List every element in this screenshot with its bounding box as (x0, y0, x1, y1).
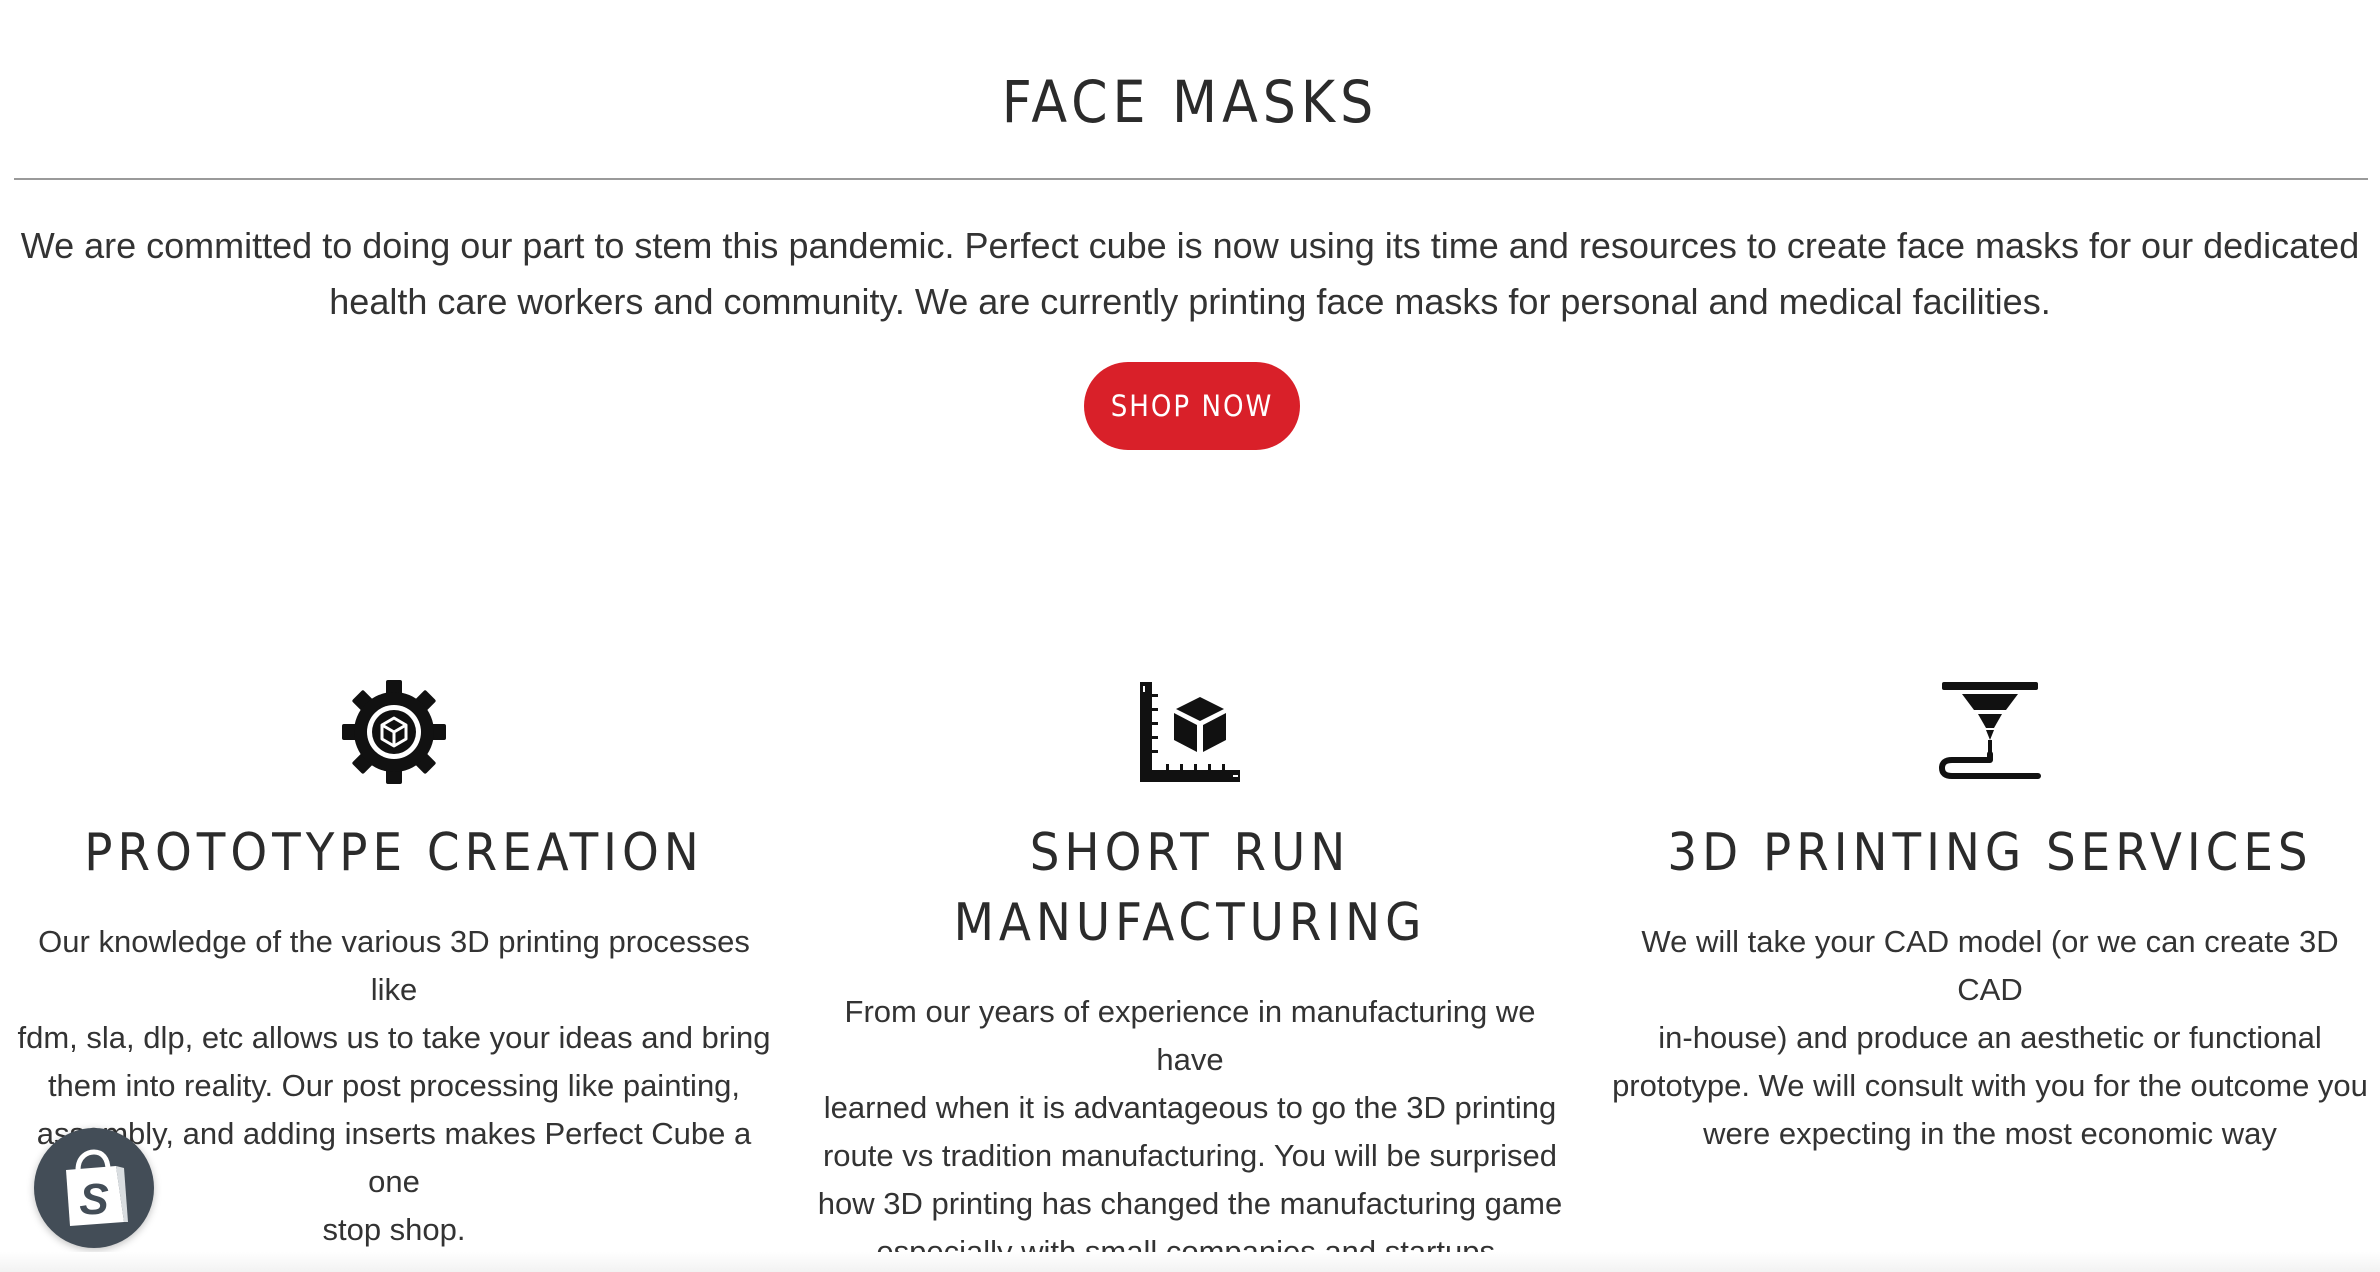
intro-line-2: health care workers and community. We ar… (329, 281, 2051, 322)
feature-line: fdm, sla, dlp, etc allows us to take you… (17, 1020, 771, 1055)
features-row: PROTOTYPE CREATION Our knowledge of the … (0, 680, 2380, 1269)
shopify-bag-icon: S (66, 1149, 128, 1226)
feature-line: in-house) and produce an aesthetic or fu… (1658, 1020, 2322, 1055)
feature-3d-printing-services: 3D PRINTING SERVICES We will take your C… (1610, 680, 2370, 1158)
bottom-edge (0, 1252, 2380, 1272)
feature-line: them into reality. Our post processing l… (47, 1068, 741, 1103)
feature-description: From our years of experience in manufact… (810, 988, 1570, 1272)
section-title: FACE MASKS (1001, 68, 1379, 136)
feature-line: how 3D printing has changed the manufact… (817, 1186, 1563, 1221)
feature-line: were expecting in the most economic way (1703, 1116, 2277, 1151)
feature-line: Our knowledge of the various 3D printing… (38, 924, 750, 1007)
intro-line-1: We are committed to doing our part to st… (20, 225, 2360, 266)
feature-description: We will take your CAD model (or we can c… (1610, 918, 2370, 1158)
feature-line: prototype. We will consult with you for … (1612, 1068, 2368, 1103)
gear-cube-icon (342, 680, 446, 784)
feature-title: PROTOTYPE CREATION (84, 823, 704, 883)
feature-line: learned when it is advantageous to go th… (823, 1090, 1557, 1125)
page: FACE MASKS We are committed to doing our… (0, 0, 2380, 1272)
feature-line: From our years of experience in manufact… (844, 994, 1536, 1077)
shop-now-button[interactable]: SHOP NOW (1084, 362, 1300, 450)
feature-title: SHORT RUN MANUFACTURING (953, 823, 1427, 953)
intro-text: We are committed to doing our part to st… (10, 218, 2370, 330)
feature-line: route vs tradition manufacturing. You wi… (822, 1138, 1558, 1173)
3d-printer-nozzle-icon (1939, 682, 2041, 779)
feature-short-run-manufacturing: SHORT RUN MANUFACTURING From our years o… (810, 680, 1570, 1272)
shopify-badge-button[interactable]: S (34, 1128, 154, 1248)
svg-text:S: S (79, 1175, 108, 1224)
ruler-cube-icon (1140, 682, 1240, 782)
feature-title: 3D PRINTING SERVICES (1667, 823, 2313, 883)
feature-line: We will take your CAD model (or we can c… (1641, 924, 2339, 1007)
divider (14, 178, 2368, 180)
